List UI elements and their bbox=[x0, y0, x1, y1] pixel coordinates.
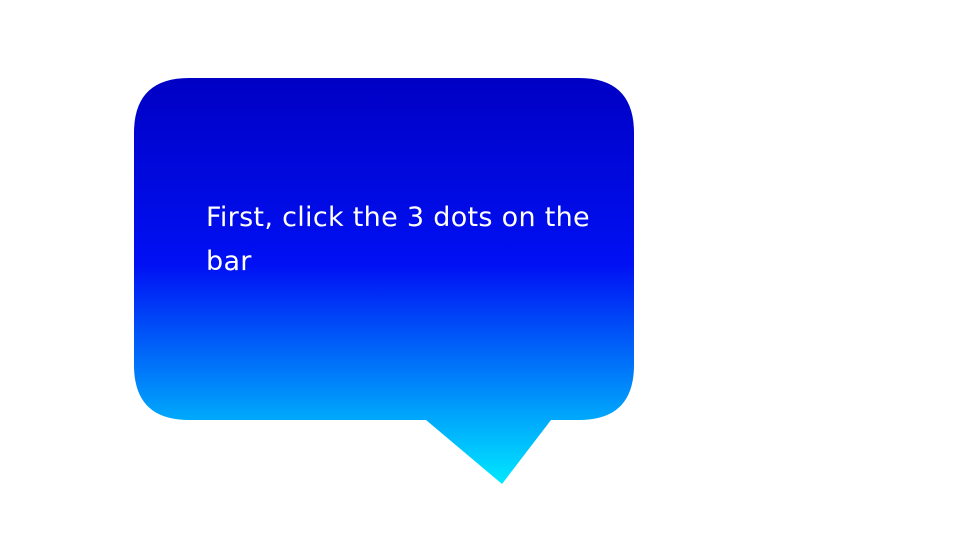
speech-bubble-text: First, click the 3 dots on the bar bbox=[206, 202, 590, 277]
slide: First, click the 3 dots on the bar bbox=[0, 0, 960, 540]
